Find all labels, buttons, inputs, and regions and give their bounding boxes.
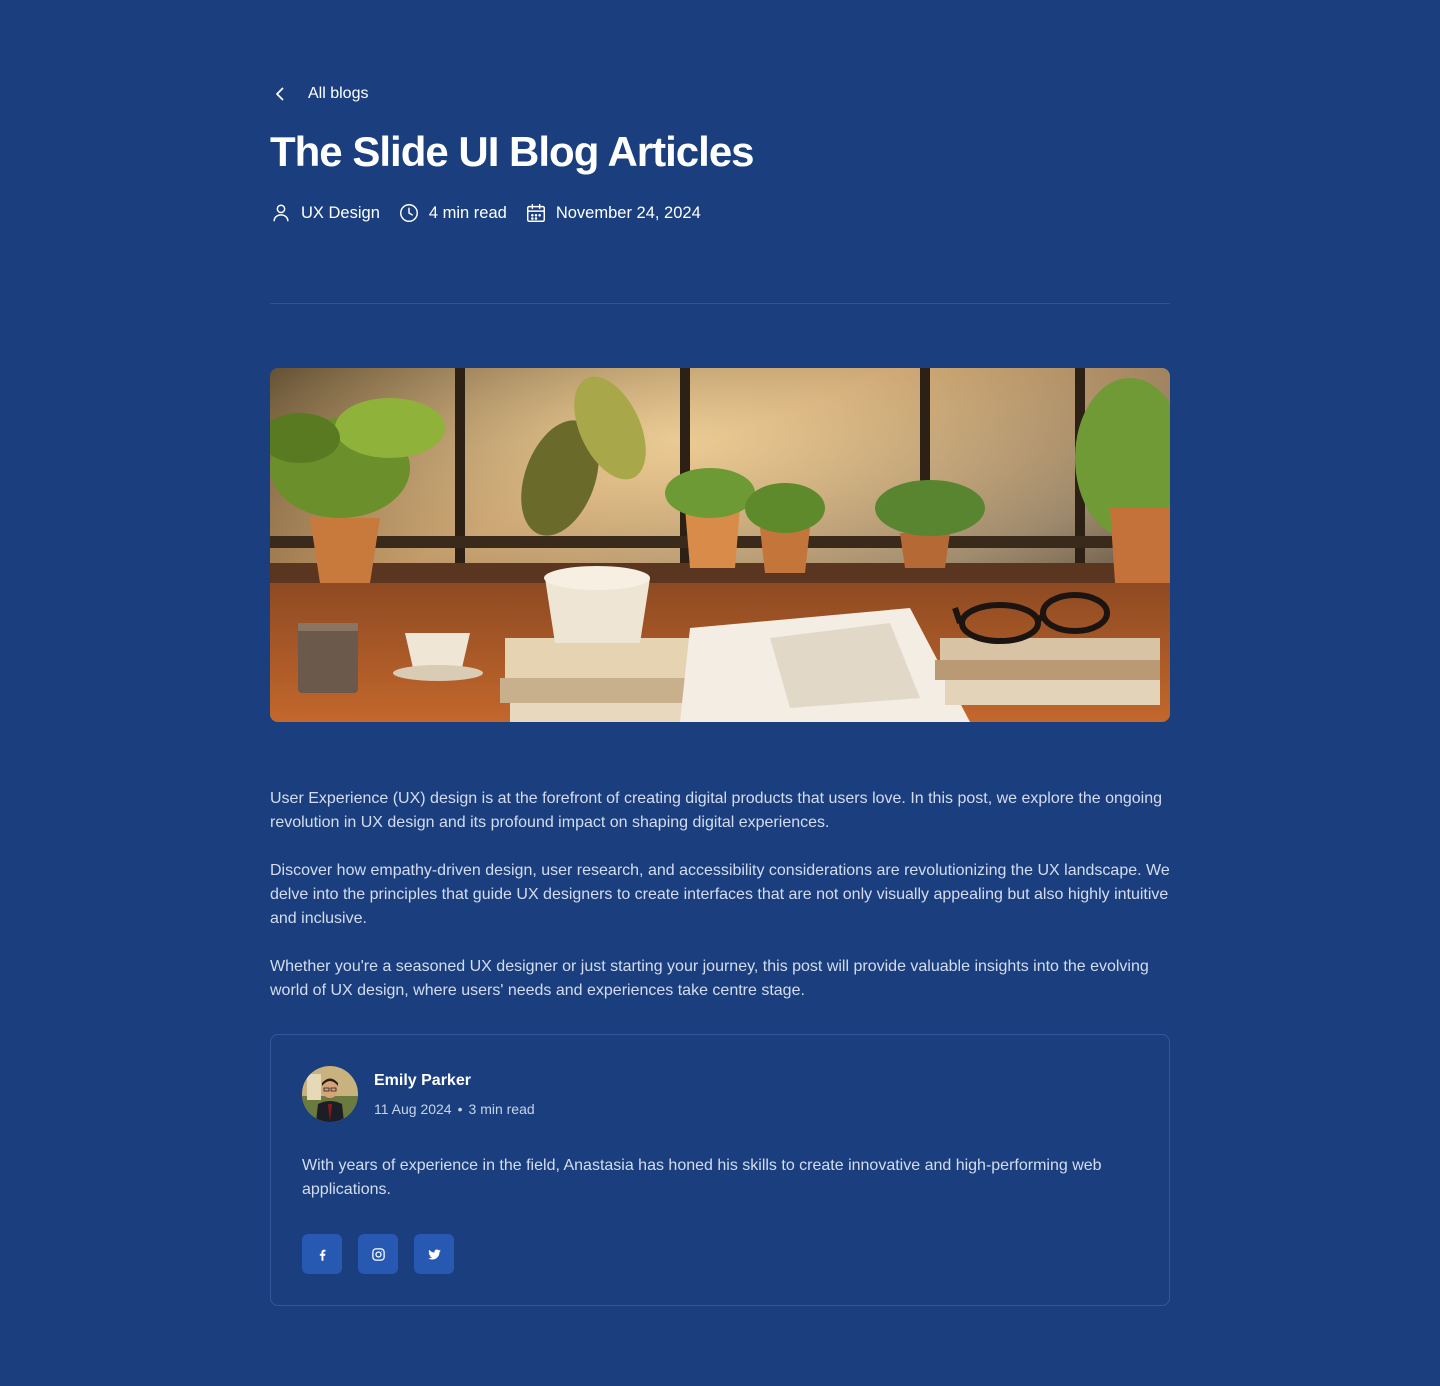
- clock-icon: [399, 204, 418, 222]
- meta-read-time: 4 min read: [398, 202, 507, 224]
- author-name: Emily Parker: [374, 1072, 471, 1089]
- meta-separator: •: [457, 1101, 463, 1117]
- paragraph: User Experience (UX) design is at the fo…: [270, 790, 1163, 831]
- post-meta: UX Design 4 min read November 24, 2024: [270, 202, 701, 224]
- author-bio: With years of experience in the field, A…: [302, 1157, 1102, 1198]
- facebook-button[interactable]: [302, 1234, 342, 1274]
- calendar-icon: [526, 204, 545, 222]
- paragraph: Discover how empathy-driven design, user…: [270, 862, 1170, 927]
- twitter-icon: [427, 1248, 441, 1259]
- twitter-button[interactable]: [414, 1234, 454, 1274]
- author-meta: 11 Aug 2024 • 3 min read: [374, 1101, 535, 1117]
- category-label: UX Design: [301, 203, 380, 222]
- post-body: User Experience (UX) design is at the fo…: [270, 787, 1170, 1027]
- meta-category: UX Design: [270, 202, 380, 224]
- read-time-label: 4 min read: [428, 203, 507, 222]
- instagram-icon: [371, 1247, 385, 1261]
- avatar: [302, 1066, 358, 1122]
- page-title: The Slide UI Blog Articles: [270, 128, 755, 175]
- back-link-label: All blogs: [308, 85, 369, 102]
- meta-date: November 24, 2024: [525, 202, 701, 224]
- hero-image: [270, 368, 1170, 722]
- author-read-time: 3 min read: [468, 1101, 535, 1117]
- back-link[interactable]: All blogs: [270, 84, 368, 104]
- author-card: Emily Parker 11 Aug 2024 • 3 min read Wi…: [270, 1034, 1170, 1306]
- date-label: November 24, 2024: [555, 203, 701, 222]
- paragraph: Whether you're a seasoned UX designer or…: [270, 958, 1149, 999]
- instagram-button[interactable]: [358, 1234, 398, 1274]
- social-links: [302, 1234, 454, 1274]
- chevron-left-icon: [276, 87, 284, 101]
- author-date: 11 Aug 2024: [374, 1101, 452, 1117]
- user-icon: [273, 204, 289, 222]
- divider: [270, 303, 1170, 304]
- facebook-icon: [319, 1249, 325, 1261]
